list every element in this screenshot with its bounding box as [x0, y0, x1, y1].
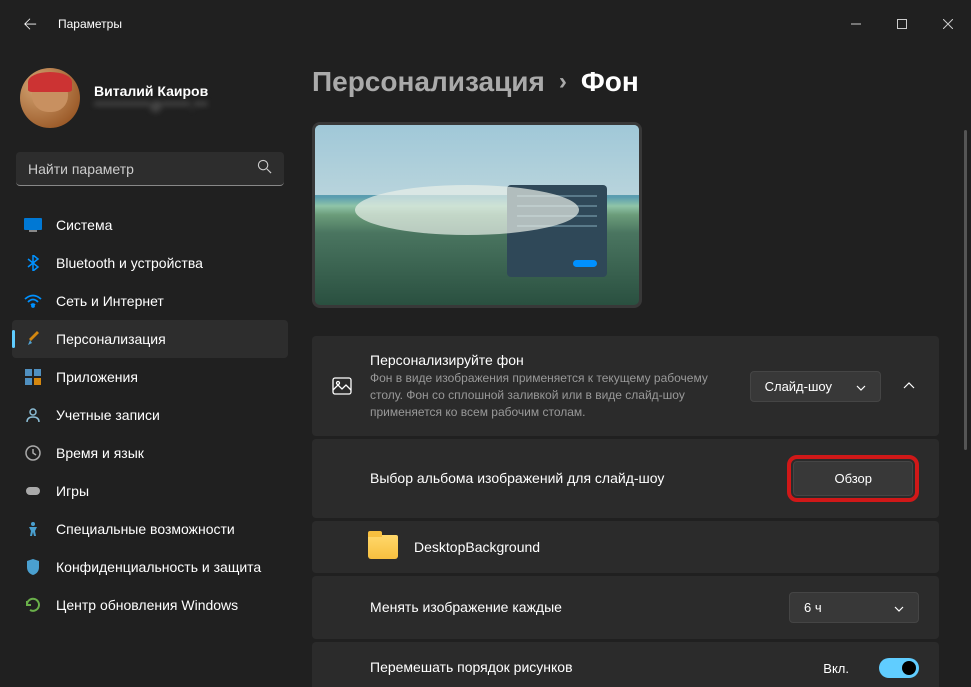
maximize-button[interactable]	[879, 8, 925, 40]
folder-icon	[368, 535, 398, 559]
nav-personalization[interactable]: Персонализация	[12, 320, 288, 358]
interval-dropdown[interactable]: 6 ч	[789, 592, 919, 623]
setting-title: Выбор альбома изображений для слайд-шоу	[370, 470, 769, 486]
breadcrumb: Персонализация › Фон	[312, 66, 939, 98]
nav-network[interactable]: Сеть и Интернет	[12, 282, 288, 320]
picture-icon	[332, 376, 352, 396]
setting-personalize-background[interactable]: Персонализируйте фон Фон в виде изображе…	[312, 336, 939, 436]
shuffle-toggle[interactable]	[879, 658, 919, 678]
background-type-dropdown[interactable]: Слайд-шоу	[750, 371, 881, 402]
nav-label: Игры	[56, 483, 89, 499]
nav-system[interactable]: Система	[12, 206, 288, 244]
folder-name: DesktopBackground	[414, 539, 540, 555]
breadcrumb-current: Фон	[581, 66, 639, 98]
nav-label: Специальные возможности	[56, 521, 235, 537]
nav-label: Приложения	[56, 369, 138, 385]
setting-change-interval: Менять изображение каждые 6 ч	[312, 576, 939, 639]
breadcrumb-parent[interactable]: Персонализация	[312, 66, 545, 98]
minimize-button[interactable]	[833, 8, 879, 40]
wifi-icon	[24, 292, 42, 310]
setting-album-select: Выбор альбома изображений для слайд-шоу …	[312, 439, 939, 518]
update-icon	[24, 596, 42, 614]
back-button[interactable]	[20, 14, 40, 34]
setting-title: Персонализируйте фон	[370, 352, 732, 368]
avatar	[20, 68, 80, 128]
chevron-right-icon: ›	[559, 68, 567, 96]
setting-title: Менять изображение каждые	[370, 599, 771, 615]
nav-update[interactable]: Центр обновления Windows	[12, 586, 288, 624]
setting-shuffle: Перемешать порядок рисунков Вкл.	[312, 642, 939, 687]
user-name: Виталий Каиров	[94, 83, 208, 99]
user-profile[interactable]: Виталий Каиров ************@******.***	[12, 48, 288, 152]
accessibility-icon	[24, 520, 42, 538]
nav-bluetooth[interactable]: Bluetooth и устройства	[12, 244, 288, 282]
highlight-annotation: Обзор	[787, 455, 919, 502]
accounts-icon	[24, 406, 42, 424]
desktop-preview	[312, 122, 642, 308]
user-email: ************@******.***	[94, 99, 208, 113]
gamepad-icon	[24, 482, 42, 500]
nav-label: Система	[56, 217, 112, 233]
nav-privacy[interactable]: Конфиденциальность и защита	[12, 548, 288, 586]
chevron-down-icon	[856, 379, 866, 394]
brush-icon	[24, 330, 42, 348]
selected-folder[interactable]: DesktopBackground	[312, 521, 939, 573]
clock-icon	[24, 444, 42, 462]
search-box[interactable]	[16, 152, 284, 186]
close-button[interactable]	[925, 8, 971, 40]
nav-label: Центр обновления Windows	[56, 597, 238, 613]
search-input[interactable]	[28, 161, 257, 177]
nav-time[interactable]: Время и язык	[12, 434, 288, 472]
apps-icon	[24, 368, 42, 386]
nav-accounts[interactable]: Учетные записи	[12, 396, 288, 434]
nav-gaming[interactable]: Игры	[12, 472, 288, 510]
search-icon	[257, 159, 272, 179]
browse-button[interactable]: Обзор	[793, 461, 913, 496]
bluetooth-icon	[24, 254, 42, 272]
setting-title: Перемешать порядок рисунков	[370, 659, 805, 675]
nav-label: Сеть и Интернет	[56, 293, 164, 309]
setting-description: Фон в виде изображения применяется к тек…	[370, 370, 732, 420]
toggle-state-label: Вкл.	[823, 661, 849, 676]
system-icon	[24, 216, 42, 234]
nav-label: Время и язык	[56, 445, 144, 461]
nav-apps[interactable]: Приложения	[12, 358, 288, 396]
scrollbar[interactable]	[964, 130, 967, 450]
nav-label: Учетные записи	[56, 407, 160, 423]
window-title: Параметры	[58, 17, 122, 31]
chevron-down-icon	[894, 600, 904, 615]
nav-accessibility[interactable]: Специальные возможности	[12, 510, 288, 548]
nav-label: Персонализация	[56, 331, 166, 347]
nav-label: Конфиденциальность и защита	[56, 559, 261, 575]
collapse-button[interactable]	[899, 368, 919, 404]
nav-label: Bluetooth и устройства	[56, 255, 203, 271]
shield-icon	[24, 558, 42, 576]
